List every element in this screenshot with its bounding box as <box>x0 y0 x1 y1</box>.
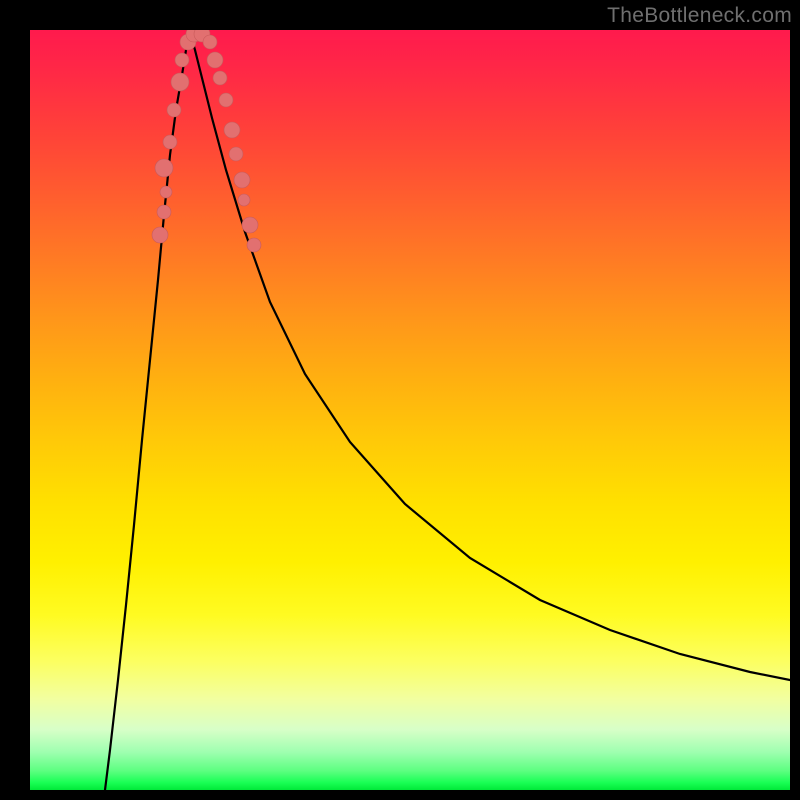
chart-frame: TheBottleneck.com <box>0 0 800 800</box>
data-dot <box>247 238 261 252</box>
plot-area <box>30 30 790 790</box>
data-dot <box>152 227 168 243</box>
data-dot <box>238 194 250 206</box>
data-dot <box>167 103 181 117</box>
curve-right <box>190 32 790 680</box>
data-dot <box>171 73 189 91</box>
data-dot <box>219 93 233 107</box>
data-dot <box>163 135 177 149</box>
watermark-text: TheBottleneck.com <box>607 4 792 28</box>
curve-layer <box>30 30 790 790</box>
data-dot <box>203 35 217 49</box>
data-dot <box>224 122 240 138</box>
data-dot <box>207 52 223 68</box>
curve-left <box>105 32 190 790</box>
data-dot <box>234 172 250 188</box>
data-dot <box>242 217 258 233</box>
data-dot <box>175 53 189 67</box>
data-dots <box>152 30 261 252</box>
data-dot <box>213 71 227 85</box>
data-dot <box>157 205 171 219</box>
data-dot <box>229 147 243 161</box>
data-dot <box>155 159 173 177</box>
data-dot <box>160 186 172 198</box>
